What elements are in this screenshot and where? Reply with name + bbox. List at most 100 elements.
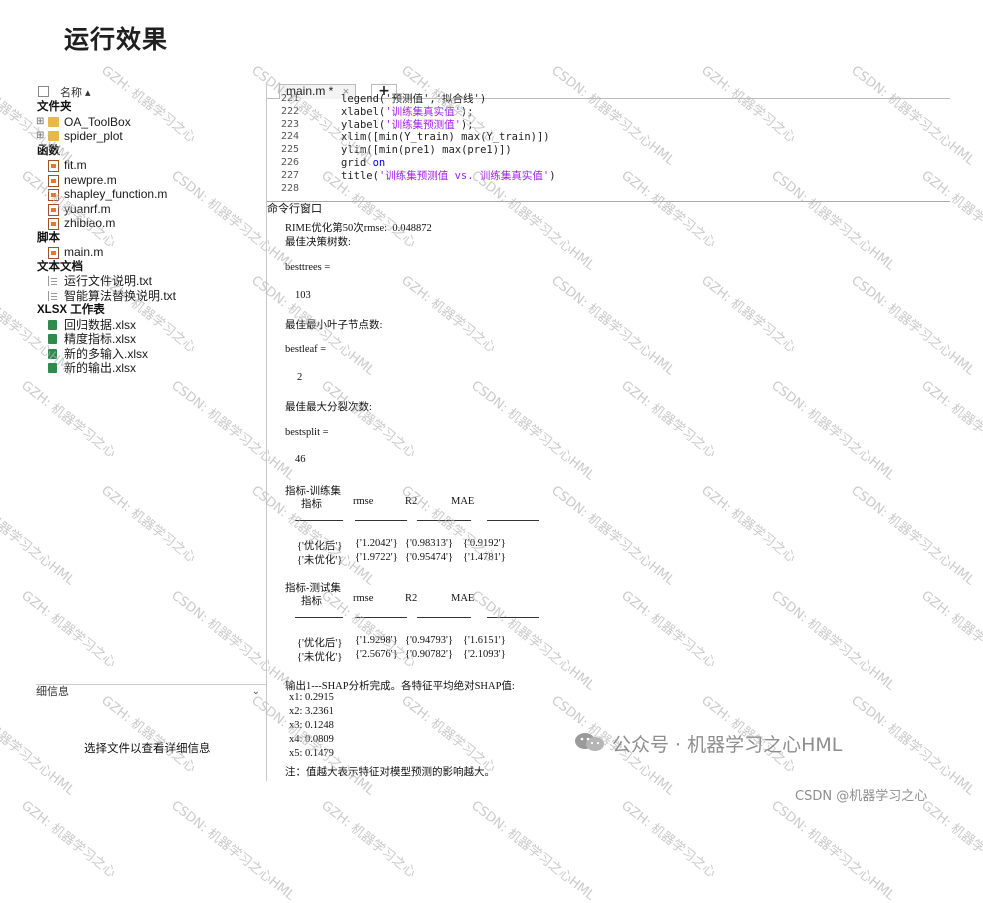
file-list-item[interactable]: newpre.m — [36, 173, 266, 188]
folder-icon — [48, 116, 59, 127]
file-name: newpre.m — [64, 172, 117, 187]
watermark-text: GZH: 机器学习之心 — [318, 798, 419, 881]
table-header-cell: MAE — [451, 496, 475, 507]
table-cell: {'0.90782'} — [405, 649, 453, 660]
table-cell: {'1.4781'} — [463, 552, 506, 563]
table-header-cell: MAE — [451, 593, 475, 604]
table-rule — [355, 617, 407, 618]
file-list-item[interactable]: ⊞ OA_ToolBox — [36, 115, 266, 130]
file-name: main.m — [64, 245, 104, 259]
watermark-text: CSDN: 机器学习之心HML — [468, 798, 598, 903]
chevron-down-icon[interactable]: ⌄ — [252, 685, 260, 699]
file-list-item[interactable]: 精度指标.xlsx — [36, 332, 266, 347]
watermark-text: CSDN: 机器学习之心HML — [768, 798, 898, 903]
shap-value: x2: 3.2361 — [289, 706, 334, 717]
file-name: 运行文件说明.txt — [64, 274, 153, 288]
rime-output-line: RIME优化第50次rmse: 0.048872 — [285, 223, 432, 234]
m-file-icon — [48, 203, 59, 216]
table-header-cell: R2 — [405, 593, 418, 604]
table-header-cell: rmse — [353, 496, 374, 507]
file-name: OA_ToolBox — [64, 114, 131, 129]
table-cell: {'0.94793'} — [405, 635, 453, 646]
table-rule — [295, 520, 343, 521]
excel-file-icon — [48, 334, 57, 344]
table-cell: {'未优化'} — [297, 555, 343, 566]
code-editor[interactable]: 221 legend('预测值','拟合线') 222 xlabel('训练集真实值'… — [267, 93, 950, 198]
shap-value: x1: 0.2915 — [289, 692, 334, 703]
file-category: 文件夹 — [37, 101, 72, 113]
file-name: 智能算法替换说明.txt — [64, 288, 177, 303]
shap-value: x5: 0.1479 — [289, 748, 334, 759]
watermark-text: GZH: 机器学习之心 — [18, 798, 119, 881]
matlab-screenshot: 名称 ▴ 文件夹 ⊞ OA_ToolBox ⊞ spider_plot 函数 fit.m ne… — [36, 84, 950, 781]
m-file-icon — [48, 174, 59, 187]
table-header-cell: 指标 — [301, 499, 322, 510]
table-header-cell: rmse — [353, 593, 374, 604]
table-header-cell: R2 — [405, 496, 418, 507]
expand-icon[interactable]: ⊞ — [36, 129, 44, 144]
file-name: shapley_function.m — [64, 187, 168, 201]
excel-file-icon — [48, 363, 57, 373]
file-list-item[interactable]: 新的输出.xlsx — [36, 361, 266, 376]
best-split-value: 46 — [295, 454, 306, 465]
details-message: 选择文件以查看详细信息 — [84, 743, 211, 755]
shap-value: x4: 0.0809 — [289, 734, 334, 745]
file-list-item[interactable]: 新的多输入.xlsx — [36, 347, 266, 362]
table-cell: {'0.98313'} — [405, 538, 453, 549]
watermark-text: CSDN: 机器学习之心HML — [168, 798, 298, 903]
table-rule — [417, 520, 471, 521]
table-cell: {'2.5676'} — [355, 649, 398, 660]
expand-icon[interactable]: ⊞ — [36, 115, 44, 130]
editor-command-area: main.m * × + 221 legend('预测值','拟合线') 222 xl… — [267, 84, 950, 781]
excel-file-icon — [48, 348, 57, 359]
file-name: 新的多输入.xlsx — [64, 346, 149, 361]
table-cell: {'未优化'} — [297, 652, 343, 663]
name-column-header[interactable]: 名称 ▴ — [60, 84, 91, 100]
line-number: 228 — [281, 182, 300, 194]
best-leaf-value: 2 — [297, 372, 303, 383]
file-category: XLSX 工作表 — [37, 304, 105, 316]
file-list-header: 名称 ▴ — [36, 84, 266, 100]
file-list-item[interactable]: fit.m — [36, 158, 266, 173]
best-split-var: bestsplit = — [285, 427, 329, 438]
file-list-item[interactable]: shapley_function.m — [36, 187, 266, 202]
file-name: fit.m — [64, 158, 87, 172]
file-name: spider_plot — [64, 129, 123, 143]
best-leaf-label: 最佳最小叶子节点数: — [285, 320, 383, 331]
table-header-cell: 指标 — [301, 596, 322, 607]
m-file-icon — [48, 189, 59, 201]
m-file-icon — [48, 218, 59, 230]
table-cell: {'优化后'} — [297, 541, 343, 552]
file-category: 函数 — [37, 144, 60, 157]
file-name: 精度指标.xlsx — [64, 332, 137, 346]
file-list-item[interactable]: 运行文件说明.txt — [36, 274, 266, 289]
table-cell: {'2.1093'} — [463, 649, 506, 660]
code-text: title('训练集预测值 vs. 训练集真实值') — [341, 169, 556, 182]
file-list-item[interactable]: 回归数据.xlsx — [36, 318, 266, 333]
best-split-label: 最佳最大分裂次数: — [285, 402, 372, 413]
table-cell: {'0.95474'} — [405, 552, 453, 563]
file-list: 文件夹 ⊞ OA_ToolBox ⊞ spider_plot 函数 fit.m newpre.… — [36, 100, 266, 376]
file-name: zhibiao.m — [64, 216, 116, 230]
file-list-item[interactable]: yuanrf.m — [36, 202, 266, 217]
wechat-account-label: 公众号 · 机器学习之心HML — [612, 734, 843, 756]
file-name: 新的输出.xlsx — [64, 361, 137, 375]
text-file-icon — [48, 276, 58, 286]
table-cell: {'1.9722'} — [355, 552, 398, 563]
table-rule — [355, 520, 407, 521]
m-file-icon — [48, 247, 59, 259]
table-rule — [487, 617, 539, 618]
file-list-item[interactable]: ⊞ spider_plot — [36, 129, 266, 144]
excel-file-icon — [48, 319, 57, 330]
file-list-item[interactable]: main.m — [36, 245, 266, 260]
m-file-icon — [48, 160, 59, 172]
file-list-item[interactable]: 智能算法替换说明.txt — [36, 289, 266, 304]
details-bar[interactable]: 细信息 ⌄ — [36, 684, 266, 699]
table-cell: {'优化后'} — [297, 638, 343, 649]
page-heading: 运行效果 — [64, 25, 169, 54]
wechat-icon — [575, 733, 604, 751]
file-list-item[interactable]: zhibiao.m — [36, 216, 266, 231]
best-trees-value: 103 — [295, 290, 311, 301]
watermark-text: GZH: 机器学习之心 — [618, 798, 719, 881]
select-all-checkbox[interactable] — [38, 86, 49, 97]
